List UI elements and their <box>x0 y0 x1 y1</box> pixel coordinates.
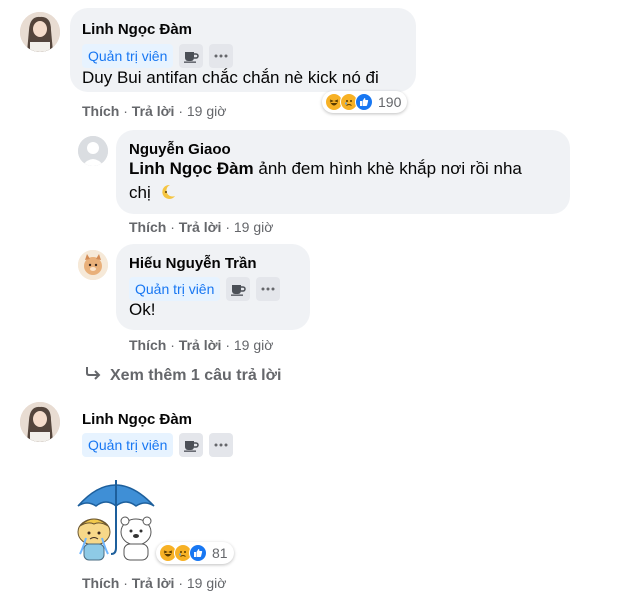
like-link[interactable]: Thích <box>129 337 166 353</box>
coffee-icon[interactable] <box>179 433 204 457</box>
avatar[interactable] <box>20 12 60 52</box>
reply-text-line1: ảnh đem hình khè khắp nơi rồi nha <box>253 159 522 178</box>
reply-text-line2: chị <box>129 183 151 202</box>
coffee-icon[interactable] <box>179 44 204 68</box>
admin-badge[interactable]: Quản trị viên <box>82 44 174 68</box>
reaction-count: 190 <box>378 94 402 110</box>
more-options-icon[interactable] <box>209 433 234 457</box>
avatar[interactable] <box>20 402 60 442</box>
mention-link[interactable]: Linh Ngọc Đàm <box>129 159 254 178</box>
reply-actions: Thích · Trả lời · 19 giờ <box>129 219 274 235</box>
more-options-icon[interactable] <box>256 277 281 301</box>
badge-row: Quản trị viên <box>82 433 234 457</box>
umbrella-sticker[interactable] <box>70 466 160 566</box>
admin-badge[interactable]: Quản trị viên <box>82 433 174 457</box>
reply-text: Ok! <box>129 300 156 319</box>
reply-arrow-icon <box>84 365 102 386</box>
coffee-icon[interactable] <box>226 277 251 301</box>
more-options-icon[interactable] <box>209 44 234 68</box>
reply-text: Linh Ngọc Đàm ảnh đem hình khè khắp nơi … <box>129 157 559 208</box>
reaction-summary[interactable]: 81 <box>156 542 234 564</box>
like-icon <box>189 544 207 562</box>
comment-author[interactable]: Linh Ngọc Đàm <box>82 411 192 428</box>
reply-actions: Thích · Trả lời · 19 giờ <box>129 337 274 353</box>
reply-link[interactable]: Trả lời <box>179 219 222 235</box>
view-more-label: Xem thêm 1 câu trả lời <box>110 366 282 384</box>
like-link[interactable]: Thích <box>129 219 166 235</box>
reply-link[interactable]: Trả lời <box>179 337 222 353</box>
view-more-replies[interactable]: Xem thêm 1 câu trả lời <box>84 365 281 386</box>
reaction-summary[interactable]: 190 <box>322 91 408 113</box>
comment-text: Duy Bui antifan chắc chắn nè kick nó đi <box>82 68 379 87</box>
comment-actions: Thích · Trả lời · 19 giờ <box>82 103 227 119</box>
avatar[interactable] <box>78 250 108 280</box>
timestamp[interactable]: 19 giờ <box>187 103 227 119</box>
reply-link[interactable]: Trả lời <box>132 575 175 591</box>
avatar[interactable] <box>78 136 108 166</box>
crescent-emoji-icon <box>159 183 177 208</box>
timestamp[interactable]: 19 giờ <box>187 575 227 591</box>
like-link[interactable]: Thích <box>82 575 119 591</box>
timestamp[interactable]: 19 giờ <box>234 219 274 235</box>
reaction-count: 81 <box>212 545 228 561</box>
reply-link[interactable]: Trả lời <box>132 103 175 119</box>
badge-row: Quản trị viên <box>82 44 234 68</box>
like-icon <box>355 93 373 111</box>
like-link[interactable]: Thích <box>82 103 119 119</box>
comment-actions: Thích · Trả lời · 19 giờ <box>82 575 227 591</box>
timestamp[interactable]: 19 giờ <box>234 337 274 353</box>
comment-author[interactable]: Linh Ngọc Đàm <box>82 21 192 38</box>
reply-author[interactable]: Hiếu Nguyễn Trần <box>129 255 257 272</box>
reply-author[interactable]: Nguyễn Giaoo <box>129 141 231 158</box>
